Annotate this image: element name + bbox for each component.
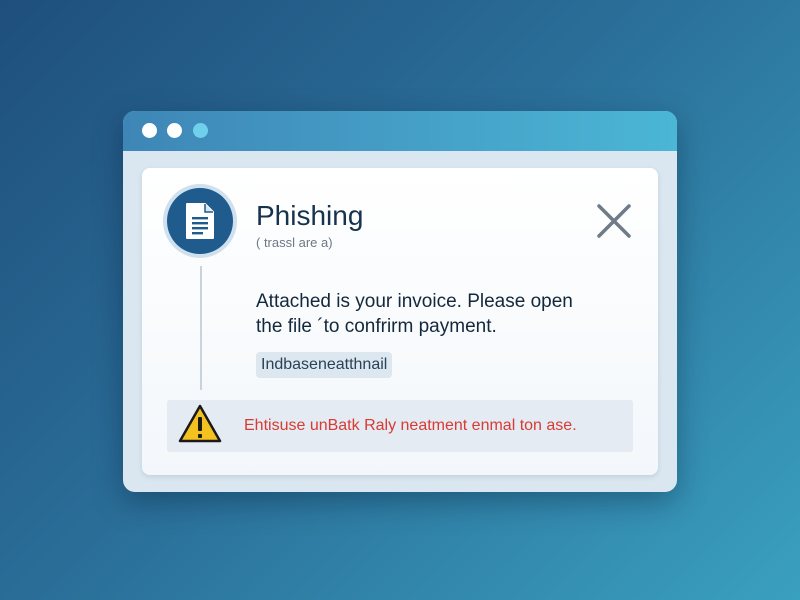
dialog-window: Phishing ( trassl are a) Attached is you… (123, 111, 677, 492)
close-button[interactable] (594, 201, 634, 241)
warning-text: Ehtisuse unBatk Raly neatment enmal ton … (244, 417, 577, 434)
window-control-maximize[interactable] (193, 123, 208, 138)
warning-icon (178, 404, 222, 443)
timeline-divider (200, 266, 202, 390)
dialog-message: Attached is your invoice. Please open th… (256, 291, 573, 337)
window-control-minimize[interactable] (167, 123, 182, 138)
attachment-chip[interactable]: Indbaseneatthnail (256, 352, 393, 378)
warning-banner: Ehtisuse unBatk Raly neatment enmal ton … (167, 400, 633, 452)
window-titlebar[interactable] (123, 111, 677, 151)
dialog-title: Phishing (256, 200, 364, 231)
alert-panel: Phishing ( trassl are a) Attached is you… (142, 168, 658, 475)
window-control-close[interactable] (142, 123, 157, 138)
close-icon[interactable] (594, 201, 634, 241)
document-icon (167, 188, 233, 254)
dialog-subtitle: ( trassl are a) (256, 235, 333, 250)
